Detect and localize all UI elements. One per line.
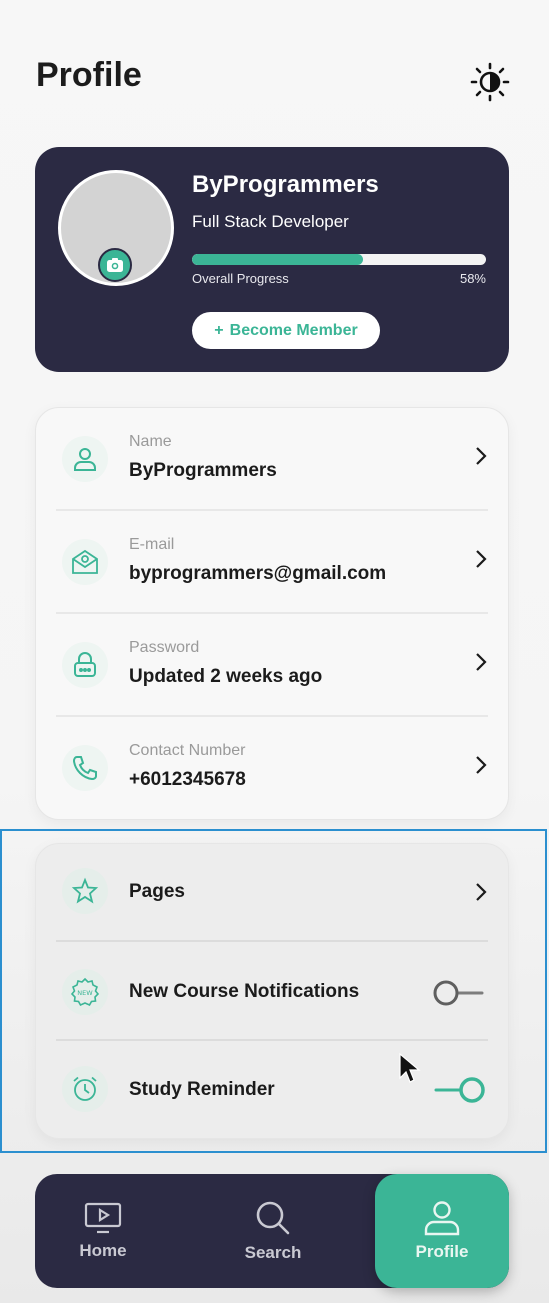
phone-icon — [62, 745, 108, 791]
info-label: Name — [129, 433, 172, 450]
become-member-label: Become Member — [229, 321, 358, 339]
account-info-card: Name ByProgrammers E-mail byprogrammers@… — [35, 407, 509, 820]
svg-text:NEW: NEW — [77, 989, 93, 997]
nav-profile[interactable]: Profile — [375, 1174, 509, 1288]
nav-label: Profile — [415, 1242, 469, 1261]
settings-title: Study Reminder — [129, 1079, 275, 1100]
user-icon — [62, 436, 108, 482]
plus-icon: + — [214, 321, 224, 339]
progress-value: 58% — [459, 271, 486, 286]
theme-toggle-button[interactable] — [468, 60, 512, 104]
user-role: Full Stack Developer — [192, 212, 349, 231]
nav-label: Home — [79, 1241, 127, 1260]
settings-row-study-reminder[interactable]: Study Reminder — [36, 1041, 510, 1140]
chevron-right-icon — [476, 550, 487, 568]
info-value: byprogrammers@gmail.com — [129, 563, 387, 584]
info-label: Contact Number — [129, 742, 246, 759]
info-row-contact[interactable]: Contact Number +6012345678 — [36, 717, 510, 820]
email-icon — [62, 539, 108, 585]
bottom-navigation: Home Search Profile — [35, 1174, 509, 1288]
info-row-email[interactable]: E-mail byprogrammers@gmail.com — [36, 511, 510, 614]
page-title: Profile — [36, 56, 142, 94]
settings-title: New Course Notifications — [129, 981, 360, 1002]
user-name: ByProgrammers — [192, 171, 379, 198]
brightness-icon — [470, 62, 510, 102]
settings-title: Pages — [129, 881, 185, 902]
settings-row-new-course-notifications[interactable]: NEW New Course Notifications — [36, 942, 510, 1041]
notifications-toggle[interactable] — [432, 978, 486, 1008]
alarm-icon — [62, 1066, 108, 1112]
info-label: Password — [129, 639, 200, 656]
star-icon — [62, 868, 108, 914]
settings-row-pages[interactable]: Pages — [36, 844, 510, 942]
info-label: E-mail — [129, 536, 175, 553]
nav-home[interactable]: Home — [35, 1174, 171, 1288]
search-icon — [256, 1201, 290, 1235]
progress-bar-fill — [192, 254, 363, 265]
camera-icon — [107, 258, 123, 272]
change-photo-button[interactable] — [98, 248, 132, 282]
study-reminder-toggle[interactable] — [432, 1075, 486, 1105]
nav-label: Search — [244, 1243, 302, 1262]
chevron-right-icon — [476, 756, 487, 774]
chevron-right-icon — [476, 447, 487, 465]
new-badge-icon: NEW — [62, 969, 108, 1015]
progress-label: Overall Progress — [192, 271, 289, 286]
info-value: Updated 2 weeks ago — [129, 666, 323, 687]
progress-bar — [192, 254, 486, 265]
chevron-right-icon — [476, 883, 487, 901]
nav-search[interactable]: Search — [205, 1174, 341, 1288]
info-value: +6012345678 — [129, 769, 246, 790]
lock-icon — [62, 642, 108, 688]
become-member-button[interactable]: + Become Member — [192, 312, 380, 349]
profile-card: ByProgrammers Full Stack Developer Overa… — [35, 147, 509, 372]
info-row-name[interactable]: Name ByProgrammers — [36, 408, 510, 511]
info-value: ByProgrammers — [129, 460, 277, 481]
tv-play-icon — [84, 1202, 122, 1234]
info-row-password[interactable]: Password Updated 2 weeks ago — [36, 614, 510, 717]
chevron-right-icon — [476, 653, 487, 671]
mouse-cursor-icon — [399, 1052, 421, 1083]
user-icon — [424, 1201, 460, 1236]
settings-card: Pages NEW New Course Notifications Study… — [35, 843, 509, 1139]
